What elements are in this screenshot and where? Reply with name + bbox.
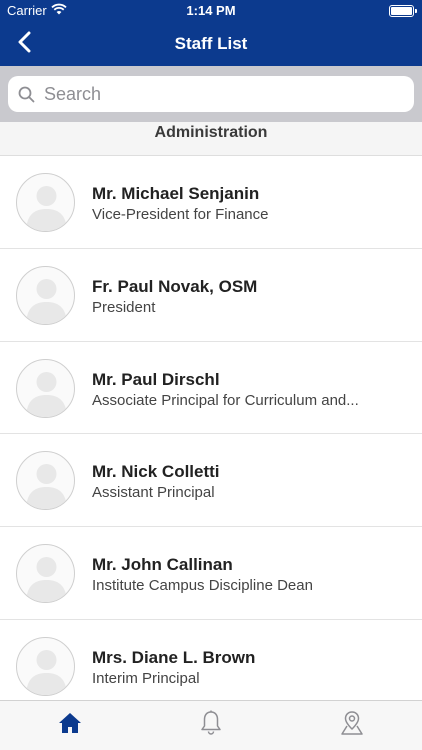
staff-row[interactable]: Mr. Nick Colletti Assistant Principal xyxy=(0,434,422,528)
header: Carrier 1:14 PM Staff List xyxy=(0,0,422,66)
status-time: 1:14 PM xyxy=(186,3,236,18)
staff-row[interactable]: Mr. John Callinan Institute Campus Disci… xyxy=(0,527,422,620)
staff-row[interactable]: Mr. Michael Senjanin Vice-President for … xyxy=(0,156,422,249)
staff-role: Associate Principal for Curriculum and..… xyxy=(92,391,359,409)
staff-role: Interim Principal xyxy=(92,669,200,687)
avatar-placeholder-icon xyxy=(16,173,75,232)
staff-name: Mr. Nick Colletti xyxy=(92,462,220,482)
staff-row[interactable]: Mrs. Diane L. Brown Interim Principal xyxy=(0,620,422,700)
page-title: Staff List xyxy=(174,34,248,53)
bell-icon xyxy=(200,710,222,741)
staff-role: Institute Campus Discipline Dean xyxy=(92,577,313,595)
staff-row[interactable]: Fr. Paul Novak, OSM President xyxy=(0,249,422,342)
staff-name: Mrs. Diane L. Brown xyxy=(92,647,256,667)
tab-bar xyxy=(0,700,422,750)
section-header: Administration xyxy=(0,122,422,156)
tab-map[interactable] xyxy=(281,701,422,750)
avatar-placeholder-icon xyxy=(16,265,75,325)
search-icon xyxy=(18,85,36,103)
staff-name: Mr. Paul Dirschl xyxy=(92,369,220,389)
map-pin-icon xyxy=(339,710,365,741)
home-icon xyxy=(58,712,82,739)
staff-role: Vice-President for Finance xyxy=(92,206,269,223)
search-input[interactable] xyxy=(44,83,414,105)
staff-role: President xyxy=(92,298,156,316)
avatar-placeholder-icon xyxy=(16,358,75,418)
tab-notifications[interactable] xyxy=(141,701,282,750)
avatar-placeholder-icon xyxy=(16,636,75,696)
staff-row[interactable]: Mr. Paul Dirschl Associate Principal for… xyxy=(0,342,422,435)
tab-home[interactable] xyxy=(0,701,141,750)
staff-list[interactable]: Mr. Michael Senjanin Vice-President for … xyxy=(0,156,422,700)
avatar-placeholder-icon xyxy=(16,544,75,604)
staff-name: Mr. Michael Senjanin xyxy=(92,184,260,203)
status-bar: Carrier 1:14 PM xyxy=(0,0,422,22)
staff-name: Mr. John Callinan xyxy=(92,555,233,575)
staff-role: Assistant Principal xyxy=(92,484,215,502)
search-box[interactable] xyxy=(8,76,414,112)
nav-bar: Staff List xyxy=(0,22,422,66)
search-bar xyxy=(0,66,422,122)
battery-icon xyxy=(389,5,417,17)
avatar-placeholder-icon xyxy=(16,451,75,511)
staff-name: Fr. Paul Novak, OSM xyxy=(92,276,258,296)
